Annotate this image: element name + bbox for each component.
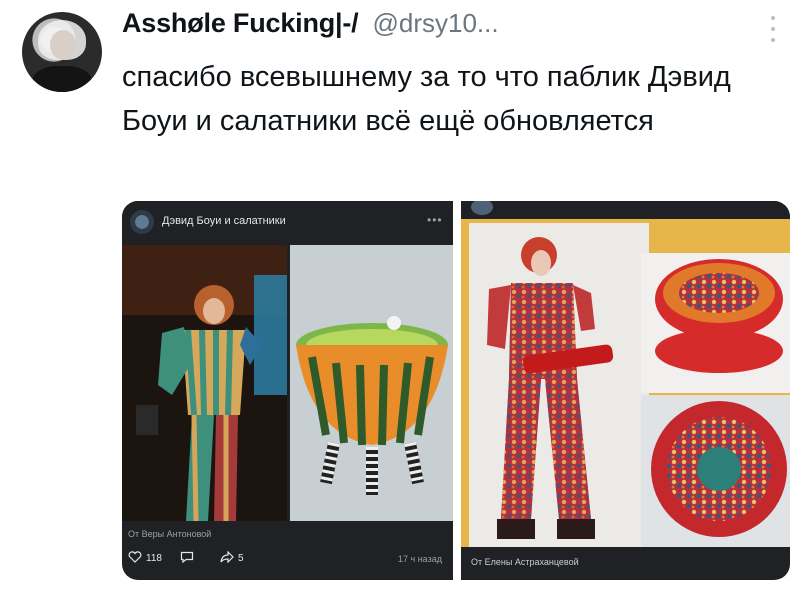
group-title: Дэвид Боуи и салатники [162,215,286,227]
user-avatar[interactable] [22,12,102,92]
heart-icon [128,551,142,566]
share-icon [220,550,234,566]
embedded-post-right[interactable]: От Елены Астраханцевой [461,201,790,580]
photo-striped-bowl[interactable] [290,245,453,521]
comment-icon [180,551,194,566]
group-avatar-right [471,201,493,215]
tweet-text: спасибо всевышнему за то что паблик Дэви… [122,61,731,137]
display-name[interactable]: Asshøle Fucking|-/ [122,8,359,39]
embedded-more-icon: ••• [427,213,443,227]
group-avatar [130,210,154,234]
more-vertical-icon[interactable] [768,16,778,42]
like-count: 118 [146,553,162,564]
user-handle[interactable]: @drsy10... [373,8,499,39]
post-time: 17 ч назад [398,554,442,564]
embedded-post-header-right [461,201,790,219]
share-action[interactable]: 5 [220,550,244,566]
embedded-post-left[interactable]: Дэвид Боуи и салатники ••• От Веры Антон… [122,201,453,580]
embedded-post-header: Дэвид Боуи и салатники ••• [122,201,453,243]
tweet-media[interactable]: Дэвид Боуи и салатники ••• От Веры Антон… [122,201,790,580]
tweet-header: Asshøle Fucking|-/ @drsy10... [122,8,499,39]
share-count: 5 [238,553,244,564]
photo-bowie-stage[interactable] [122,245,287,521]
photo-collage[interactable] [461,219,790,547]
embedded-action-bar: 118 5 17 ч назад [122,545,453,575]
embedded-caption-left: От Веры Антоновой [128,529,212,539]
embedded-caption-right: От Елены Астраханцевой [471,557,579,567]
comment-action[interactable] [180,551,194,566]
like-action[interactable]: 118 [128,551,162,566]
